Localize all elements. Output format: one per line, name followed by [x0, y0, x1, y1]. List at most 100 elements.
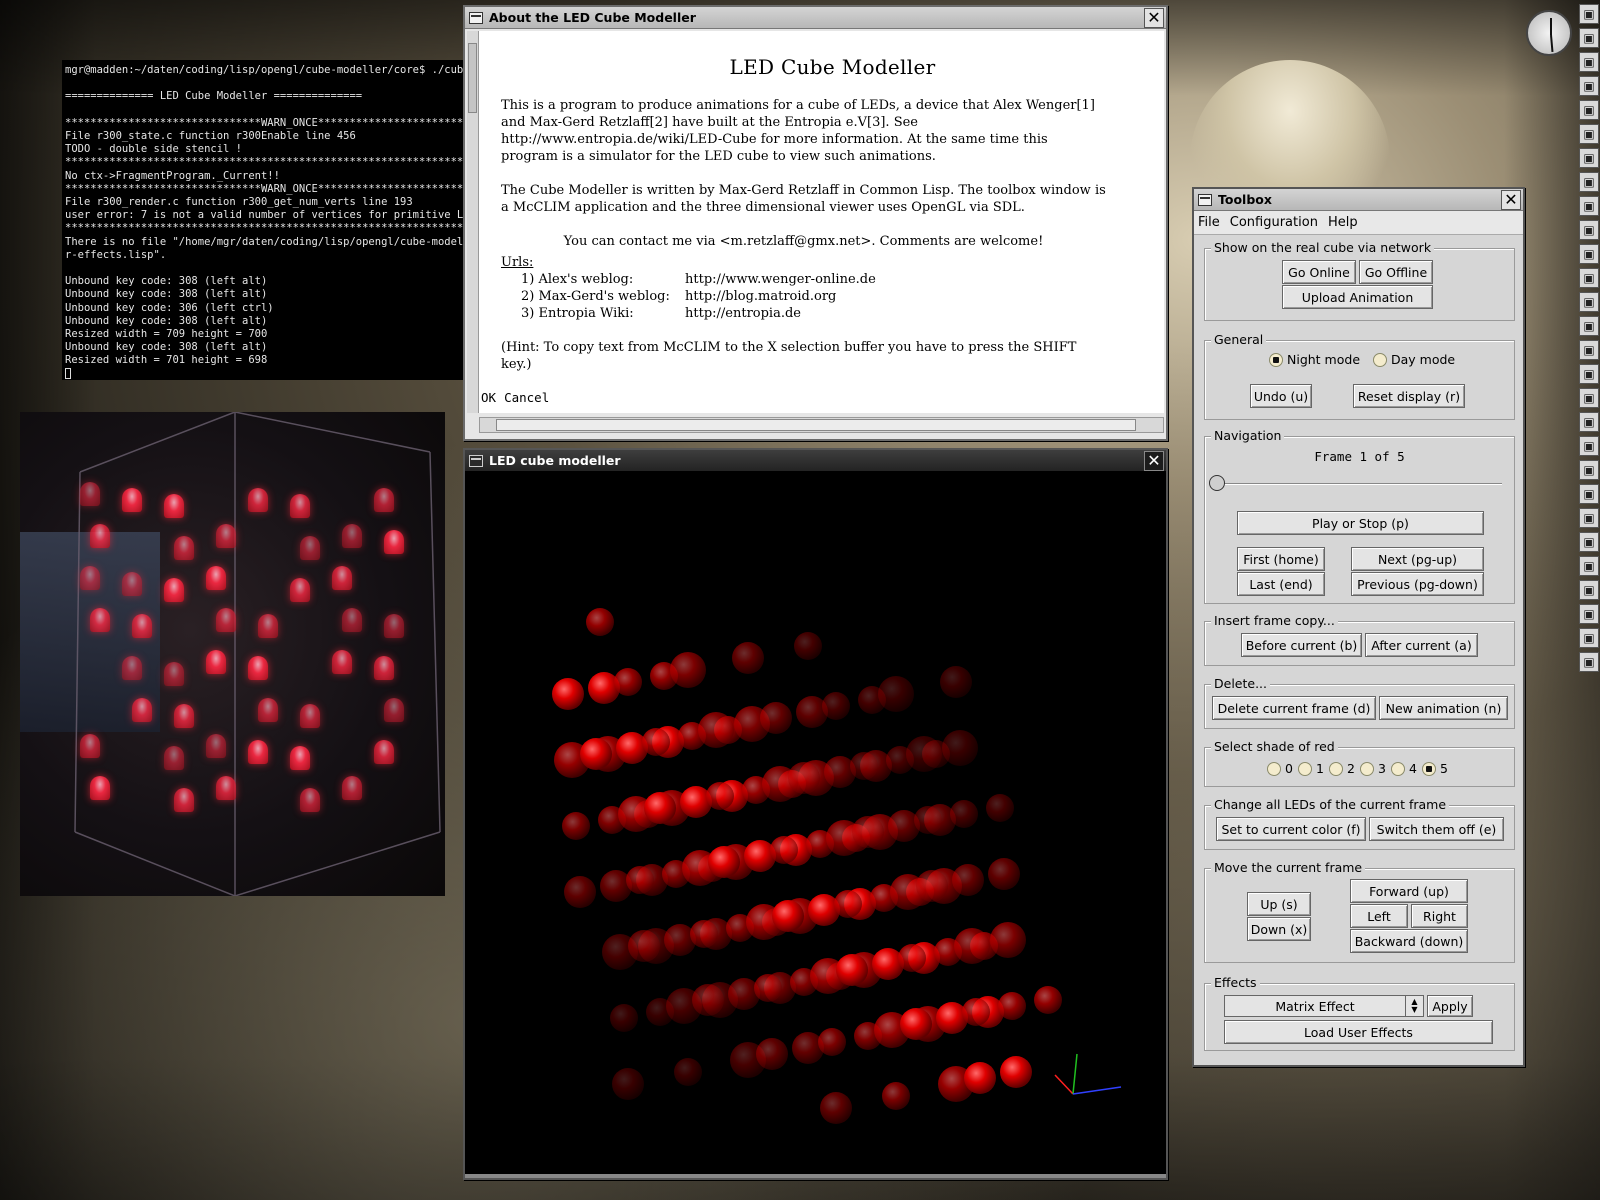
move-up-button[interactable]: Up (s): [1247, 892, 1311, 916]
dock-launcher-icon[interactable]: ▣: [1579, 484, 1599, 504]
dock-launcher-icon[interactable]: ▣: [1579, 364, 1599, 384]
updown-arrows-icon[interactable]: ▲ ▼: [1405, 996, 1423, 1016]
dock-launcher-icon[interactable]: ▣: [1579, 580, 1599, 600]
frame-slider-knob[interactable]: [1209, 475, 1225, 491]
day-mode-radio[interactable]: Day mode: [1373, 352, 1455, 367]
next-frame-button[interactable]: Next (pg-up): [1351, 547, 1484, 571]
radio-indicator[interactable]: [1298, 761, 1312, 776]
first-frame-button[interactable]: First (home): [1237, 547, 1325, 571]
dock-launcher-icon[interactable]: ▣: [1579, 508, 1599, 528]
dock-launcher-icon[interactable]: ▣: [1579, 388, 1599, 408]
go-online-button[interactable]: Go Online: [1282, 260, 1356, 284]
about-titlebar[interactable]: About the LED Cube Modeller ✕: [465, 7, 1166, 29]
window-menu-icon[interactable]: [469, 454, 483, 467]
ok-button[interactable]: OK: [481, 390, 496, 405]
delete-frame-button[interactable]: Delete current frame (d): [1212, 696, 1376, 720]
reset-display-button[interactable]: Reset display (r): [1353, 384, 1465, 408]
dock-launcher-icon[interactable]: ▣: [1579, 4, 1599, 24]
shade-radio-3[interactable]: 3: [1360, 761, 1386, 776]
close-icon[interactable]: ✕: [1144, 450, 1164, 471]
shade-radio-4[interactable]: 4: [1391, 761, 1417, 776]
radio-indicator[interactable]: [1391, 761, 1405, 776]
about-horizontal-scrollbar[interactable]: [479, 417, 1164, 433]
led-cube-3d-view[interactable]: [465, 472, 1166, 1178]
dock-launcher-icon[interactable]: ▣: [1579, 436, 1599, 456]
radio-indicator[interactable]: [1269, 352, 1283, 367]
cancel-button[interactable]: Cancel: [504, 390, 549, 405]
menu-file[interactable]: File: [1198, 215, 1220, 230]
effect-select[interactable]: Matrix Effect ▲ ▼: [1224, 995, 1424, 1017]
menu-configuration[interactable]: Configuration: [1230, 215, 1318, 230]
previous-frame-button[interactable]: Previous (pg-down): [1351, 572, 1484, 596]
dock-launcher-icon[interactable]: ▣: [1579, 100, 1599, 120]
scrollbar-thumb[interactable]: [496, 419, 1136, 431]
set-current-color-button[interactable]: Set to current color (f): [1216, 817, 1366, 841]
dock-launcher-icon[interactable]: ▣: [1579, 412, 1599, 432]
dock-launcher-icon[interactable]: ▣: [1579, 28, 1599, 48]
window-menu-icon[interactable]: [1198, 193, 1212, 206]
night-mode-radio[interactable]: Night mode: [1269, 352, 1360, 367]
play-stop-button[interactable]: Play or Stop (p): [1237, 511, 1484, 535]
dock-launcher-icon[interactable]: ▣: [1579, 316, 1599, 336]
clock-icon[interactable]: [1526, 10, 1572, 56]
insert-before-button[interactable]: Before current (b): [1241, 633, 1362, 657]
scrollbar-thumb[interactable]: [468, 43, 477, 113]
move-right-button[interactable]: Right: [1411, 904, 1468, 928]
toolbox-window[interactable]: Toolbox ✕ File Configuration Help Show o…: [1192, 187, 1525, 1067]
close-icon[interactable]: ✕: [1501, 189, 1521, 210]
toolbox-titlebar[interactable]: Toolbox ✕: [1194, 189, 1523, 211]
dock-launcher-icon[interactable]: ▣: [1579, 652, 1599, 672]
radio-indicator[interactable]: [1422, 761, 1436, 776]
move-down-button[interactable]: Down (x): [1247, 917, 1311, 941]
shade-radio-2[interactable]: 2: [1329, 761, 1355, 776]
go-offline-button[interactable]: Go Offline: [1359, 260, 1433, 284]
dock-launcher-icon[interactable]: ▣: [1579, 172, 1599, 192]
shade-radio-0[interactable]: 0: [1267, 761, 1293, 776]
last-frame-button[interactable]: Last (end): [1237, 572, 1325, 596]
frame-slider-track[interactable]: [1217, 483, 1502, 485]
dock-launcher-icon[interactable]: ▣: [1579, 292, 1599, 312]
radio-indicator[interactable]: [1360, 761, 1374, 776]
radio-indicator[interactable]: [1267, 761, 1281, 776]
dock-launcher-icon[interactable]: ▣: [1579, 196, 1599, 216]
viewer-titlebar[interactable]: LED cube modeller ✕: [465, 450, 1166, 472]
undo-button[interactable]: Undo (u): [1250, 384, 1312, 408]
dock-launcher-icon[interactable]: ▣: [1579, 628, 1599, 648]
dock-launcher-icon[interactable]: ▣: [1579, 556, 1599, 576]
dock-launcher-icon[interactable]: ▣: [1579, 76, 1599, 96]
move-left-button[interactable]: Left: [1350, 904, 1408, 928]
dock-launcher-icon[interactable]: ▣: [1579, 220, 1599, 240]
window-menu-icon[interactable]: [469, 11, 483, 24]
dock-launcher-icon[interactable]: ▣: [1579, 268, 1599, 288]
radio-indicator[interactable]: [1329, 761, 1343, 776]
terminal-window[interactable]: mgr@madden:~/daten/coding/lisp/opengl/cu…: [62, 60, 464, 380]
switch-off-button[interactable]: Switch them off (e): [1369, 817, 1504, 841]
dock-launcher-icon[interactable]: ▣: [1579, 52, 1599, 72]
dock-launcher-icon[interactable]: ▣: [1579, 340, 1599, 360]
close-icon[interactable]: ✕: [1144, 7, 1164, 28]
radio-indicator[interactable]: [1373, 352, 1387, 367]
about-window[interactable]: About the LED Cube Modeller ✕ LED Cube M…: [463, 5, 1168, 441]
dock-launcher-icon[interactable]: ▣: [1579, 604, 1599, 624]
insert-after-button[interactable]: After current (a): [1365, 633, 1478, 657]
dock-launcher-icon[interactable]: ▣: [1579, 460, 1599, 480]
url-link[interactable]: http://entropia.de: [685, 305, 801, 322]
move-forward-button[interactable]: Forward (up): [1350, 879, 1468, 903]
shade-radio-1[interactable]: 1: [1298, 761, 1324, 776]
dock-launcher-icon[interactable]: ▣: [1579, 532, 1599, 552]
viewer-window[interactable]: LED cube modeller ✕: [463, 448, 1168, 1180]
apply-effect-button[interactable]: Apply: [1427, 995, 1473, 1017]
url-link[interactable]: http://blog.matroid.org: [685, 288, 836, 305]
dock-launcher-icon[interactable]: ▣: [1579, 148, 1599, 168]
move-backward-button[interactable]: Backward (down): [1350, 929, 1468, 953]
shade-radio-5[interactable]: 5: [1422, 761, 1448, 776]
url-link[interactable]: http://www.wenger-online.de: [685, 271, 876, 288]
dock-launcher-icon[interactable]: ▣: [1579, 124, 1599, 144]
load-user-effects-button[interactable]: Load User Effects: [1224, 1020, 1493, 1044]
upload-animation-button[interactable]: Upload Animation: [1282, 285, 1433, 309]
menu-help[interactable]: Help: [1328, 215, 1358, 230]
new-animation-button[interactable]: New animation (n): [1379, 696, 1508, 720]
about-vertical-scrollbar[interactable]: [467, 31, 479, 413]
terminal-line: *******************************WARN_ONCE…: [65, 116, 464, 129]
dock-launcher-icon[interactable]: ▣: [1579, 244, 1599, 264]
